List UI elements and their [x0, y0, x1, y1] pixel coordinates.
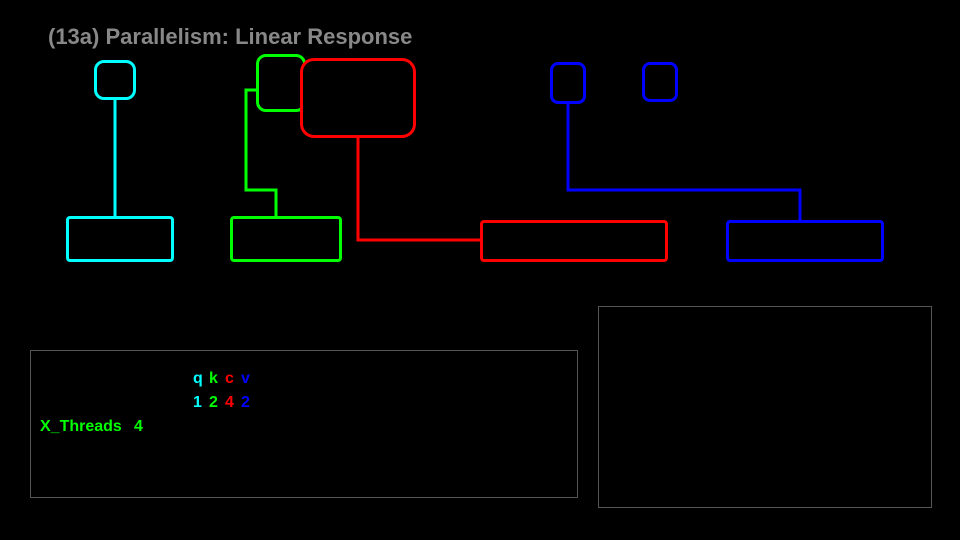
v-small-box-2 [642, 62, 678, 102]
legend-header-q: q [193, 370, 203, 388]
c-big-box [480, 220, 668, 262]
v-big-box [726, 220, 884, 262]
k-small-box [256, 54, 306, 112]
right-panel [598, 306, 932, 508]
q-big-box [66, 216, 174, 262]
legend-value-q: 1 [193, 394, 202, 412]
legend-header-k: k [209, 370, 218, 388]
c-small-box [300, 58, 416, 138]
legend-value-c: 4 [225, 394, 234, 412]
k-big-box [230, 216, 342, 262]
legend-header-c: c [225, 370, 234, 388]
legend-value-v: 2 [241, 394, 250, 412]
xthreads-label: X_Threads [40, 418, 122, 436]
v-small-box-1 [550, 62, 586, 104]
legend-header-v: v [241, 370, 250, 388]
q-small-box [94, 60, 136, 100]
xthreads-value: 4 [134, 418, 143, 436]
legend-value-k: 2 [209, 394, 218, 412]
